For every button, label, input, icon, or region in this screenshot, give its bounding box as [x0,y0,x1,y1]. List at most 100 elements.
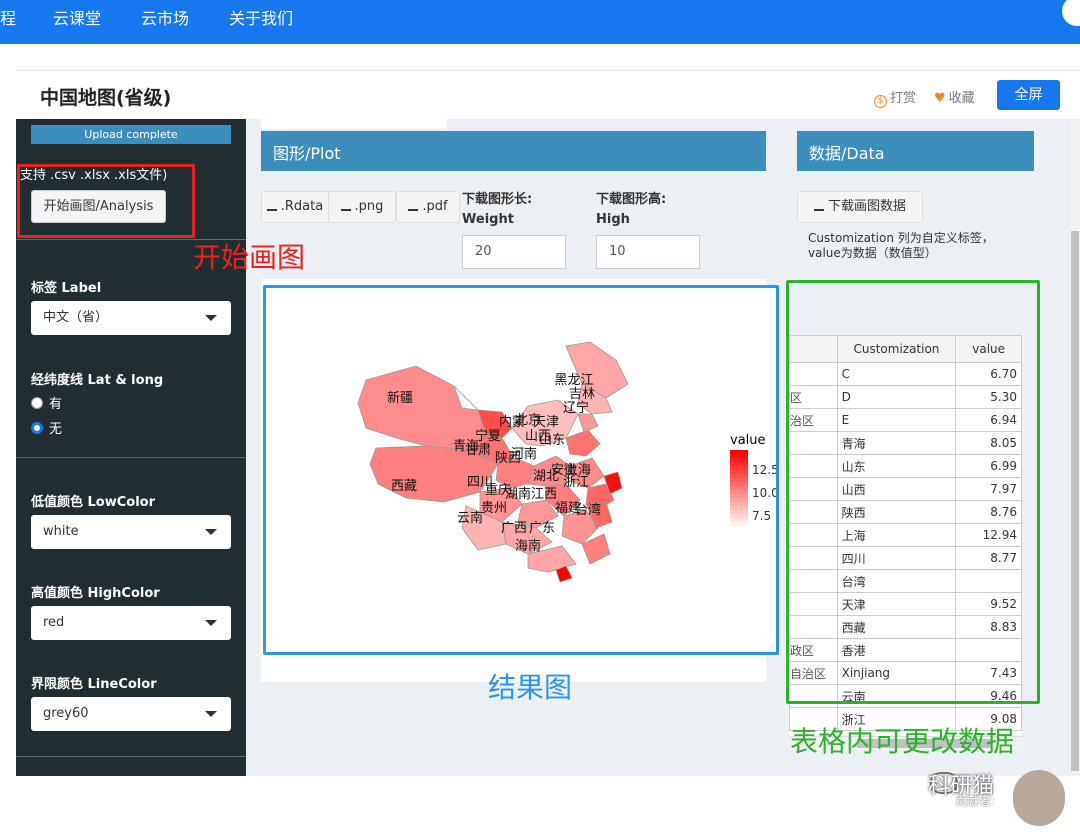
user-avatar-button[interactable] [1062,0,1080,26]
province-label: 辽宁 [563,400,589,416]
province-region [357,365,487,451]
province-label: 北京 [515,413,541,428]
download-png-label: .png [354,199,384,214]
label-title: 标签 Label [31,281,102,296]
top-nav-bar: 程 云课堂 云市场 关于我们 [0,0,1080,44]
caret-down-icon [205,620,217,626]
legend-color-step [730,510,748,514]
linecolor-select-value: grey60 [43,706,89,721]
download-rdata-button[interactable]: .Rdata [261,191,329,223]
caret-down-icon [205,529,217,535]
page-title: 中国地图(省级) [40,87,172,109]
legend-color-step [730,506,748,510]
favorite-button[interactable]: ♥ 收藏 [934,87,975,106]
lowcolor-select-value: white [43,524,79,539]
legend-title: value [730,433,766,448]
data-panel-header: 数据/Data [797,131,1034,171]
caret-down-icon [205,315,217,321]
page-vertical-scrollbar[interactable] [1070,119,1080,776]
highcolor-select[interactable]: red [31,606,231,640]
legend-color-step [730,470,748,474]
province-label: 黑龙江 [554,373,593,388]
width-label: 下载图形长: [462,192,533,207]
legend-color-step [730,502,748,506]
nav-item-course[interactable]: 程 [0,5,16,29]
fullscreen-button[interactable]: 全屏 [997,80,1060,110]
legend-color-step [730,514,748,518]
nav-item-cloud-class[interactable]: 云课堂 [53,5,101,29]
legend-color-step [730,486,748,490]
province-region [565,429,601,457]
watermark-contributor: 贡献者: [955,794,996,808]
annotation-box-table [786,280,1040,704]
download-pdf-button[interactable]: .pdf [396,191,460,223]
legend-tick-label: 10.0 [752,486,776,500]
label-select[interactable]: 中文（省） [31,301,231,335]
highcolor-select-value: red [43,615,65,630]
legend-tick-label: 12.5 [752,463,776,477]
download-pdf-label: .pdf [422,199,448,214]
divider [16,756,246,757]
province-label: 台湾 [575,502,601,518]
radio-latlong-no[interactable]: 无 [31,418,62,437]
annotation-box-start [17,164,195,238]
plot-panel-header: 图形/Plot [261,131,766,171]
height-input[interactable]: 10 [596,235,700,269]
province-label: 吉林 [569,387,595,402]
download-png-button[interactable]: .png [328,191,396,223]
download-icon [340,201,351,211]
province-label: 西藏 [391,479,417,494]
radio-on-icon [31,422,43,434]
linecolor-select[interactable]: grey60 [31,697,231,731]
download-data-button[interactable]: 下载画图数据 [797,191,923,223]
download-icon [813,201,824,211]
legend-color-step [730,482,748,486]
province-label: 广东 [529,521,555,536]
legend-color-step [730,478,748,482]
province-label: 河南 [511,446,537,462]
reward-label: 打赏 [890,91,917,106]
map-plot: 黑龙江 吉林 辽宁 新疆 内蒙 天津 宁夏 山西 山东 青海 甘肃 陕西 河南 西藏 四川 重庆 湖北 安徽 上海浙… [263,285,779,655]
province-label: 广西 [501,521,527,536]
china-map-svg: 黑龙江吉林辽宁新疆内蒙 天津宁夏 山西山东青海甘肃陕西河南西藏 四川重庆湖北安徽上海浙… [357,341,779,583]
nav-item-about-us[interactable]: 关于我们 [229,5,293,29]
legend-color-step [730,498,748,502]
radio-off-icon [31,397,43,409]
nav-item-cloud-market[interactable]: 云市场 [141,5,189,29]
province-label: 湖南 [505,486,531,502]
data-note: Customization 列为自定义标签，value为数据（数值型） [808,231,994,260]
annotation-start-text: 开始画图 [193,241,306,274]
width-input[interactable]: 20 [462,235,566,269]
province-label: 江西 [531,487,557,502]
legend-color-step [730,526,748,530]
province-label: 山东 [539,433,565,448]
reward-button[interactable]: $ 打赏 [874,87,916,108]
legend-tick-label: 7.5 [752,509,771,523]
province-label: 浙江 [563,475,589,490]
radio-latlong-yes[interactable]: 有 [31,393,62,412]
radio-no-label: 无 [49,422,63,437]
province-label: 甘肃 [465,443,491,458]
scroll-thumb[interactable] [1071,231,1079,771]
highcolor-title: 高值颜色 HighColor [31,586,160,601]
lowcolor-title: 低值颜色 LowColor [31,495,156,510]
app-header: 中国地图(省级) $ 打赏 ♥ 收藏 全屏 [16,71,1080,119]
legend-color-step [730,454,748,458]
province-label: 海南 [515,538,541,554]
plot-panel-title: 图形/Plot [273,144,341,163]
legend-color-step [730,518,748,522]
download-rdata-label: .Rdata [280,199,324,214]
radio-yes-label: 有 [49,397,63,412]
province-label: 贵州 [481,501,507,516]
data-panel-title: 数据/Data [809,144,885,163]
upload-progress-bar: Upload complete [31,125,231,144]
caret-down-icon [205,711,217,717]
lowcolor-select[interactable]: white [31,515,231,549]
heart-icon: ♥ [934,91,946,106]
legend-color-step [730,466,748,470]
download-icon [266,201,277,211]
latlong-title: 经纬度线 Lat & long [31,373,164,388]
favorite-label: 收藏 [948,91,975,106]
tab-strip [261,119,446,129]
height-sublabel: High [596,212,630,227]
